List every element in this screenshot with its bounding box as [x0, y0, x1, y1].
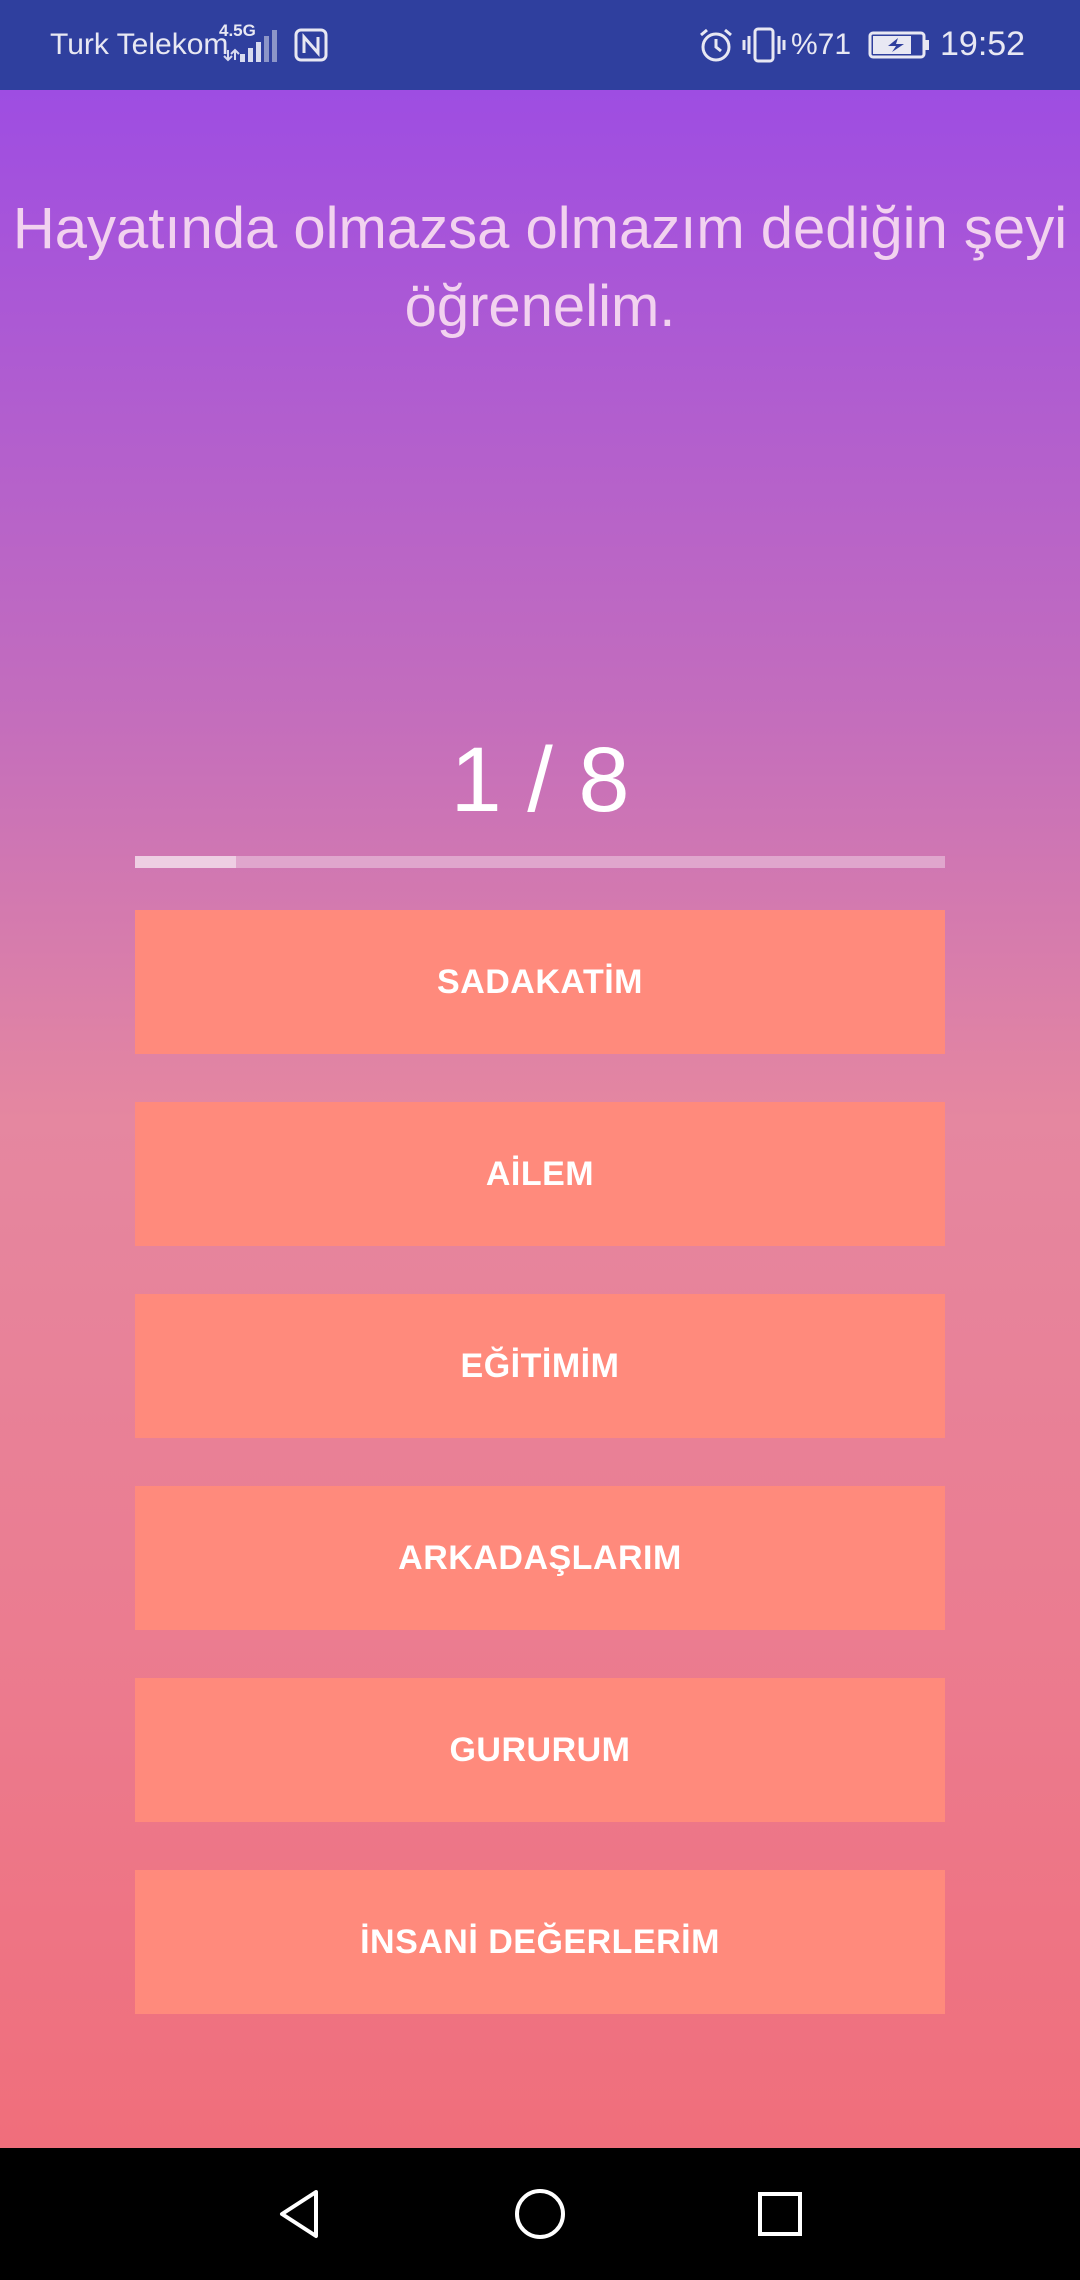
quiz-screen: Hayatında olmazsa olmazım dediğin şeyi ö… [0, 90, 1080, 2148]
option-label: EĞİTİMİM [460, 1346, 620, 1385]
battery-charging-icon [868, 31, 929, 59]
option-label: AİLEM [485, 1154, 595, 1193]
home-icon[interactable] [512, 2186, 568, 2242]
progress-counter: 1 / 8 [450, 729, 630, 831]
screen: Turk Telekom 4.5G %71 19:52 Hayatında ol… [0, 0, 1080, 2280]
option-label: İNSANİ DEĞERLERİM [360, 1922, 720, 1961]
option-button[interactable]: GURURUM [135, 1678, 945, 1822]
alarm-icon [700, 28, 732, 62]
progress-bar-fill [135, 856, 237, 868]
back-icon[interactable] [272, 2186, 328, 2242]
question-text: Hayatında olmazsa olmazım dediğin şeyi ö… [12, 196, 1068, 339]
option-button[interactable]: İNSANİ DEĞERLERİM [135, 1870, 945, 2014]
navigation-bar [0, 2148, 1080, 2280]
option-label: GURURUM [449, 1730, 631, 1769]
signal-icon [223, 30, 277, 62]
option-label: SADAKATİM [437, 962, 643, 1001]
option-button[interactable]: ARKADAŞLARIM [135, 1486, 945, 1630]
recent-apps-icon[interactable] [752, 2186, 808, 2242]
option-button[interactable]: AİLEM [135, 1102, 945, 1246]
option-button[interactable]: EĞİTİMİM [135, 1294, 945, 1438]
option-label: ARKADAŞLARIM [398, 1538, 682, 1577]
option-button[interactable]: SADAKATİM [135, 910, 945, 1054]
battery-percentage: %71 [791, 28, 852, 61]
carrier-name: Turk Telekom [50, 28, 229, 61]
clock: 19:52 [940, 25, 1026, 63]
progress-bar [135, 856, 945, 868]
vibrate-icon [742, 27, 786, 63]
nfc-icon [294, 28, 328, 62]
status-bar: Turk Telekom 4.5G %71 19:52 [0, 0, 1080, 90]
